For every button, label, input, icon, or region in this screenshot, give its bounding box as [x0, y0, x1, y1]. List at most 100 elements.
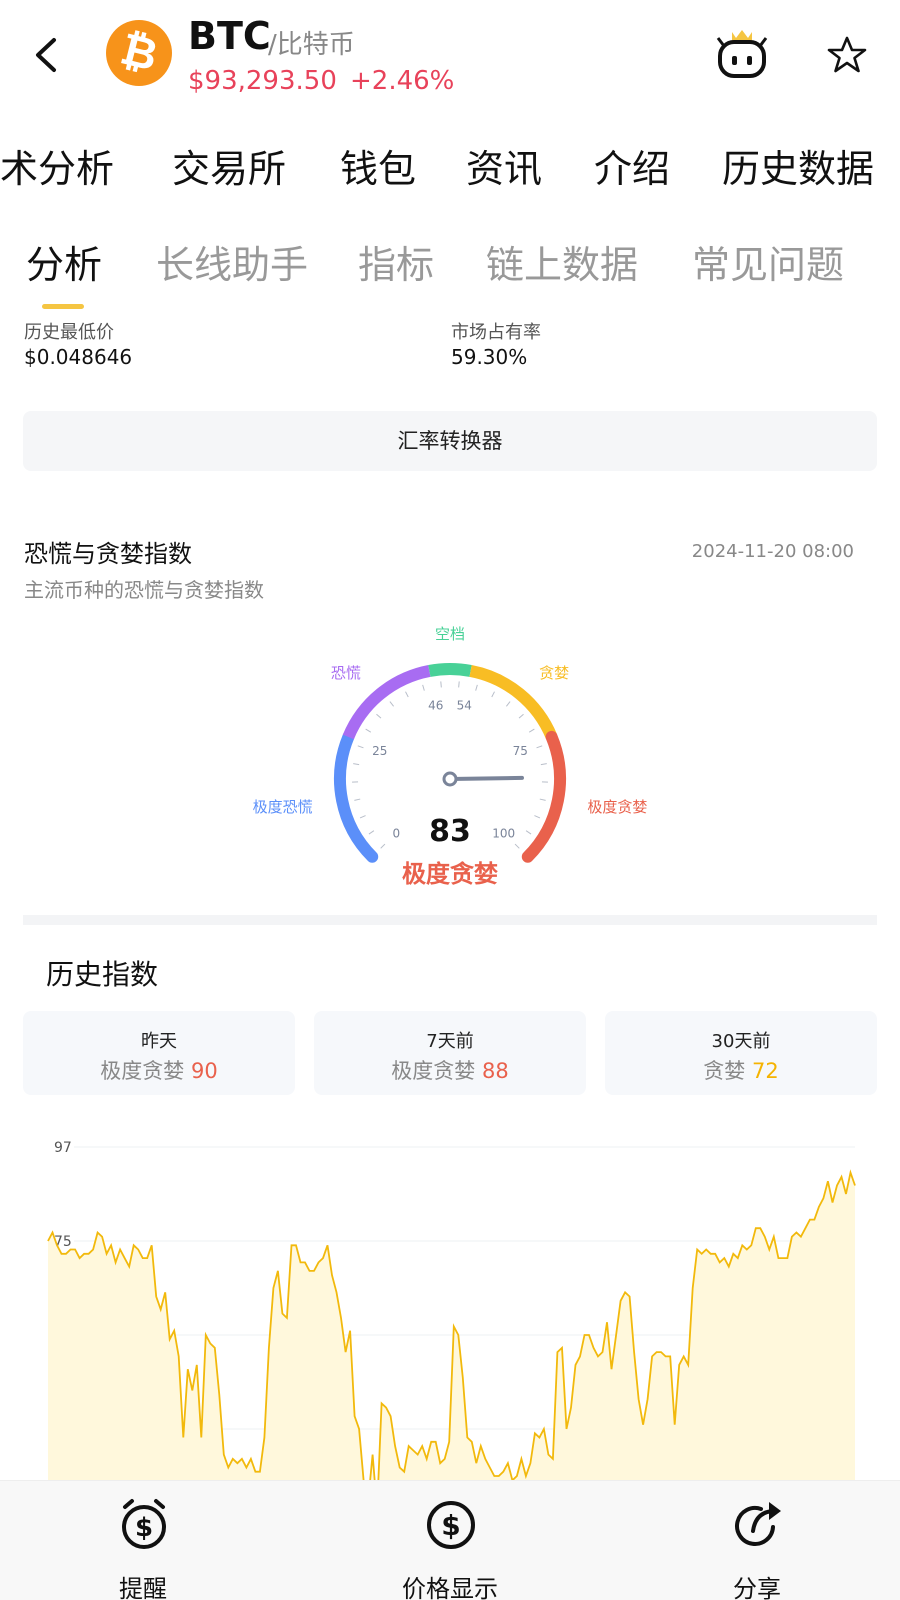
share-label: 分享 [733, 1575, 781, 1600]
gauge-segment [428, 663, 472, 677]
gauge-tick [505, 701, 511, 707]
market-share-value: 59.30% [451, 345, 528, 369]
alert-button[interactable]: $ 提醒 [43, 1481, 243, 1600]
tab-analysis[interactable]: 分析 [26, 234, 102, 289]
gauge-tick [359, 815, 366, 819]
fear-greed-title: 恐慌与贪婪指数 [24, 540, 192, 568]
history-card-value: 72 [751, 1059, 779, 1083]
gauge-tick [354, 798, 361, 801]
tab-on-chain-data[interactable]: 链上数据 [486, 234, 638, 289]
coin-symbol: BTC [188, 14, 271, 58]
section-divider [23, 915, 877, 925]
fear-greed-timestamp: 2024-11-20 08:00 [691, 541, 854, 562]
tab-faq[interactable]: 常见问题 [692, 234, 844, 289]
favorite-button[interactable] [826, 34, 868, 76]
alert-label: 提醒 [119, 1575, 167, 1600]
share-button[interactable]: 分享 [657, 1481, 857, 1600]
tab-historical-data[interactable]: 历史数据 [722, 138, 874, 193]
tab-exchanges[interactable]: 交易所 [172, 138, 286, 193]
coin-change: +2.46% [350, 66, 455, 96]
gauge-tick [422, 684, 425, 691]
back-button[interactable] [28, 30, 68, 80]
tab-indicators[interactable]: 指标 [358, 234, 434, 289]
svg-text:$: $ [441, 1509, 460, 1542]
tab-technical-analysis[interactable]: 技术分析 [0, 138, 114, 193]
tab-wallet[interactable]: 钱包 [340, 138, 416, 193]
gauge-tick [514, 843, 520, 849]
history-card-value: 90 [190, 1059, 218, 1083]
gauge-tick-label: 25 [372, 744, 387, 758]
gauge-tick [458, 681, 460, 688]
gauge-hub [442, 771, 458, 787]
gauge-needle [448, 775, 524, 781]
currency-converter-button[interactable]: 汇率转换器 [23, 411, 877, 471]
chart-y-tick-label: 97 [54, 1140, 72, 1156]
share-icon [735, 1502, 781, 1546]
gauge-value-label: 极度贪婪 [402, 860, 498, 888]
gauge-tick [380, 843, 386, 849]
gauge-value: 83 [429, 814, 471, 849]
history-card-label: 贪婪 [703, 1059, 746, 1083]
star-icon [827, 36, 867, 73]
all-time-low-value: $0.048646 [24, 345, 133, 369]
gauge-tick-label: 46 [428, 698, 443, 712]
all-time-low-label: 历史最低价 [24, 322, 114, 343]
gauge-tick [536, 745, 543, 749]
history-chart: 97755331 [47, 1140, 856, 1485]
gauge-tick [440, 681, 442, 688]
gauge-tick-label: 0 [392, 827, 400, 841]
gauge-tick [376, 713, 382, 719]
history-card-time: 昨天 [141, 1031, 177, 1052]
history-card-value: 88 [481, 1059, 509, 1083]
history-card-yesterday: 昨天 极度贪婪 90 [23, 1011, 295, 1095]
gauge-tick [491, 691, 495, 698]
history-card-time: 30天前 [711, 1031, 771, 1052]
coin-price: $93,293.50 [188, 66, 337, 96]
gauge-tick [534, 815, 541, 819]
price-display-button[interactable]: $ 价格显示 [350, 1481, 550, 1600]
gauge-tick [528, 728, 535, 733]
gauge-tick-label: 100 [492, 827, 515, 841]
tab-long-term-assistant[interactable]: 长线助手 [156, 234, 308, 289]
history-card-7-days: 7天前 极度贪婪 88 [314, 1011, 586, 1095]
gauge-tick [518, 713, 524, 719]
gauge-segment [521, 730, 566, 863]
ai-assistant-button[interactable] [712, 24, 772, 84]
gauge-segment-label: 恐慌 [331, 664, 361, 682]
gauge-segment-label: 极度恐慌 [253, 798, 313, 816]
active-tab-indicator [42, 304, 84, 309]
gauge-tick [539, 798, 546, 801]
back-arrow-icon [36, 38, 56, 72]
robot-icon [716, 30, 768, 78]
history-card-label: 极度贪婪 [391, 1059, 476, 1083]
bitcoin-logo-icon: ₿ [106, 20, 172, 86]
alarm-dollar-icon: $ [122, 1499, 166, 1549]
gauge-tick [353, 763, 360, 766]
dollar-circle-icon: $ [427, 1501, 475, 1549]
gauge-tick [357, 745, 364, 749]
secondary-tabs: 分析 长线助手 指标 链上数据 常见问题 [0, 234, 900, 294]
tab-introduction[interactable]: 介绍 [594, 138, 670, 193]
tab-news[interactable]: 资讯 [466, 138, 542, 193]
history-title: 历史指数 [46, 958, 159, 991]
gauge-tick [368, 830, 375, 835]
coin-name: /比特币 [268, 30, 355, 60]
history-card-time: 7天前 [426, 1031, 474, 1052]
gauge-segment-label: 极度贪婪 [587, 798, 647, 816]
gauge-tick [405, 691, 409, 698]
gauge-segment [334, 730, 379, 863]
bottom-action-bar: $ 提醒 $ 价格显示 分享 [0, 1480, 900, 1600]
gauge-tick [475, 684, 478, 691]
fear-greed-subtitle: 主流币种的恐慌与贪婪指数 [24, 578, 264, 602]
gauge-segment-label: 贪婪 [539, 664, 569, 682]
svg-text:$: $ [135, 1513, 153, 1543]
history-card-label: 极度贪婪 [100, 1059, 185, 1083]
gauge-tick-label: 75 [513, 744, 528, 758]
gauge-segment-label: 空档 [435, 625, 465, 643]
history-card-30-days: 30天前 贪婪 72 [605, 1011, 877, 1095]
gauge-tick [389, 701, 395, 707]
market-share-label: 市场占有率 [451, 322, 541, 343]
gauge-tick [525, 830, 532, 835]
fear-greed-gauge: 0 25 46 54 75 100 极度恐慌 恐慌 空档贪婪极度贪婪 83 极度贪婪 [253, 625, 648, 888]
gauge-tick [365, 728, 372, 733]
